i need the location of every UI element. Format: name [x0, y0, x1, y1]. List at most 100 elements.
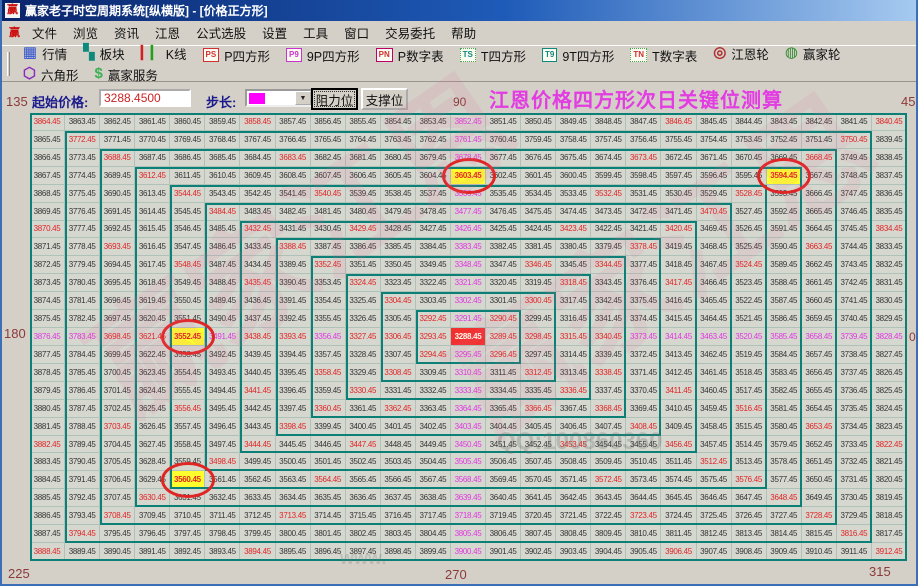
grid-cell[interactable]: 3528.45	[732, 185, 767, 203]
grid-cell[interactable]: 3751.45	[802, 131, 837, 149]
grid-cell[interactable]: 3617.45	[135, 256, 170, 274]
grid-cell[interactable]: 3598.45	[626, 167, 661, 185]
grid-cell[interactable]: 3646.45	[697, 489, 732, 507]
grid-cell[interactable]: 3770.45	[135, 131, 170, 149]
grid-cell[interactable]: 3684.45	[240, 149, 275, 167]
grid-cell[interactable]: 3679.45	[416, 149, 451, 167]
grid-cell[interactable]: 3796.45	[135, 525, 170, 543]
grid-cell[interactable]: 3641.45	[521, 489, 556, 507]
grid-cell[interactable]: 3580.45	[767, 418, 802, 436]
grid-cell[interactable]: 3423.45	[556, 221, 591, 239]
grid-cell[interactable]: 3497.45	[205, 436, 240, 454]
grid-cell[interactable]: 3378.45	[626, 238, 661, 256]
grid-cell[interactable]: 3758.45	[556, 131, 591, 149]
grid-cell[interactable]: 3365.45	[486, 400, 521, 418]
grid-cell[interactable]: 3389.45	[276, 256, 311, 274]
grid-cell[interactable]: 3424.45	[521, 221, 556, 239]
grid-cell[interactable]: 3506.45	[486, 453, 521, 471]
grid-cell[interactable]: 3463.45	[697, 328, 732, 346]
grid-cell[interactable]: 3653.45	[802, 418, 837, 436]
grid-cell[interactable]: 3818.45	[872, 507, 907, 525]
grid-cell[interactable]: 3486.45	[205, 238, 240, 256]
grid-cell[interactable]: 3730.45	[837, 489, 872, 507]
grid-cell[interactable]: 3409.45	[661, 418, 696, 436]
toolbar-item[interactable]: PSP四方形	[195, 46, 279, 65]
grid-cell[interactable]: 3292.45	[416, 310, 451, 328]
grid-cell[interactable]: 3363.45	[416, 400, 451, 418]
grid-cell[interactable]: 3573.45	[626, 471, 661, 489]
toolbar-item[interactable]: T99T四方形	[534, 46, 622, 65]
menu-item[interactable]: 公式选股	[188, 25, 254, 43]
grid-cell[interactable]: 3877.45	[30, 346, 65, 364]
grid-cell[interactable]: 3587.45	[767, 292, 802, 310]
menu-item[interactable]: 浏览	[65, 25, 106, 43]
grid-cell[interactable]: 3581.45	[767, 400, 802, 418]
grid-cell[interactable]: 3603.45	[451, 167, 486, 185]
grid-cell[interactable]: 3494.45	[205, 382, 240, 400]
grid-cell[interactable]: 3735.45	[837, 400, 872, 418]
grid-cell[interactable]: 3733.45	[837, 436, 872, 454]
grid-cell[interactable]: 3750.45	[837, 131, 872, 149]
grid-cell[interactable]: 3422.45	[591, 221, 626, 239]
grid-cell[interactable]: 3786.45	[65, 382, 100, 400]
grid-cell[interactable]: 3550.45	[170, 292, 205, 310]
grid-cell[interactable]: 3621.45	[135, 328, 170, 346]
grid-cell[interactable]: 3431.45	[276, 221, 311, 239]
grid-cell[interactable]: 3320.45	[486, 274, 521, 292]
grid-cell[interactable]: 3540.45	[311, 185, 346, 203]
grid-cell[interactable]: 3847.45	[626, 113, 661, 131]
grid-cell[interactable]: 3562.45	[240, 471, 275, 489]
grid-cell[interactable]: 3689.45	[100, 167, 135, 185]
grid-cell[interactable]: 3303.45	[416, 292, 451, 310]
menu-item[interactable]: 文件	[24, 25, 65, 43]
grid-cell[interactable]: 3524.45	[732, 256, 767, 274]
grid-cell[interactable]: 3787.45	[65, 400, 100, 418]
grid-cell[interactable]: 3608.45	[276, 167, 311, 185]
grid-cell[interactable]: 3831.45	[872, 274, 907, 292]
grid-cell[interactable]: 3415.45	[661, 310, 696, 328]
grid-cell[interactable]: 3406.45	[556, 418, 591, 436]
grid-cell[interactable]: 3342.45	[591, 292, 626, 310]
grid-cell[interactable]: 3875.45	[30, 310, 65, 328]
grid-cell[interactable]: 3756.45	[626, 131, 661, 149]
grid-cell[interactable]: 3637.45	[381, 489, 416, 507]
grid-cell[interactable]: 3331.45	[381, 382, 416, 400]
grid-cell[interactable]: 3672.45	[661, 149, 696, 167]
grid-cell[interactable]: 3299.45	[521, 310, 556, 328]
grid-cell[interactable]: 3472.45	[626, 203, 661, 221]
grid-cell[interactable]: 3446.45	[311, 436, 346, 454]
grid-cell[interactable]: 3860.45	[170, 113, 205, 131]
grid-cell[interactable]: 3707.45	[100, 489, 135, 507]
toolbar-item[interactable]: 赢家服务	[87, 65, 166, 84]
grid-cell[interactable]: 3484.45	[205, 203, 240, 221]
grid-cell[interactable]: 3912.45	[872, 543, 907, 561]
grid-cell[interactable]: 3858.45	[240, 113, 275, 131]
grid-cell[interactable]: 3305.45	[381, 310, 416, 328]
grid-cell[interactable]: 3613.45	[135, 185, 170, 203]
grid-cell[interactable]: 3371.45	[626, 364, 661, 382]
grid-cell[interactable]: 3500.45	[276, 453, 311, 471]
grid-cell[interactable]: 3843.45	[767, 113, 802, 131]
grid-cell[interactable]: 3522.45	[732, 292, 767, 310]
grid-cell[interactable]: 3445.45	[276, 436, 311, 454]
grid-cell[interactable]: 3313.45	[556, 364, 591, 382]
grid-cell[interactable]: 3452.45	[521, 436, 556, 454]
grid-cell[interactable]: 3709.45	[135, 507, 170, 525]
grid-cell[interactable]: 3361.45	[346, 400, 381, 418]
grid-cell[interactable]: 3340.45	[591, 328, 626, 346]
grid-cell[interactable]: 3849.45	[556, 113, 591, 131]
grid-cell[interactable]: 3457.45	[697, 436, 732, 454]
grid-cell[interactable]: 3716.45	[381, 507, 416, 525]
grid-cell[interactable]: 3670.45	[732, 149, 767, 167]
grid-cell[interactable]: 3904.45	[591, 543, 626, 561]
grid-cell[interactable]: 3899.45	[416, 543, 451, 561]
grid-cell[interactable]: 3296.45	[486, 346, 521, 364]
grid-cell[interactable]: 3698.45	[100, 328, 135, 346]
grid-cell[interactable]: 3879.45	[30, 382, 65, 400]
grid-cell[interactable]: 3905.45	[626, 543, 661, 561]
grid-cell[interactable]: 3323.45	[381, 274, 416, 292]
grid-cell[interactable]: 3386.45	[346, 238, 381, 256]
grid-cell[interactable]: 3393.45	[276, 328, 311, 346]
grid-cell[interactable]: 3503.45	[381, 453, 416, 471]
grid-cell[interactable]: 3660.45	[802, 292, 837, 310]
